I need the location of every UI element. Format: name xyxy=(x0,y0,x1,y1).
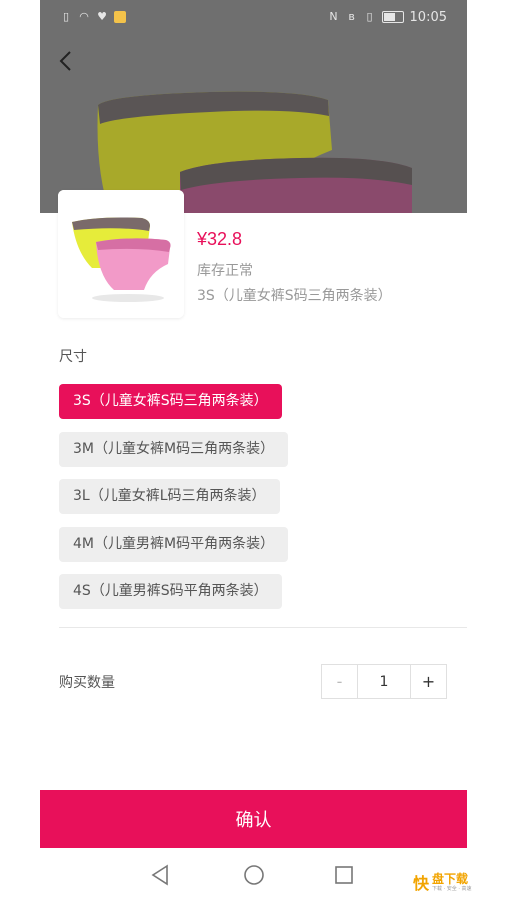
quantity-value[interactable]: 1 xyxy=(358,665,410,698)
app-screen: ▯ ◠ ♥ N ʙ ▯ 10:05 ¥32.8 库存正常 3S（儿童女裤S码三角… xyxy=(40,0,467,850)
size-section-label: 尺寸 xyxy=(59,349,87,365)
status-time: 10:05 xyxy=(409,9,447,25)
product-thumbnail-image xyxy=(58,190,184,318)
increment-button[interactable]: + xyxy=(410,665,446,698)
size-option-4m[interactable]: 4M（儿童男裤M码平角两条装） xyxy=(59,527,289,562)
watermark-text: 盘下载 xyxy=(432,871,469,886)
chevron-left-icon xyxy=(59,51,71,71)
nav-home-icon[interactable] xyxy=(243,864,265,886)
size-option-3l[interactable]: 3L（儿童女裤L码三角两条装） xyxy=(59,479,280,514)
bluetooth-icon: ʙ xyxy=(348,10,355,23)
wifi-icon: ◠ xyxy=(79,10,89,23)
nav-back-icon[interactable] xyxy=(150,864,170,886)
selected-spec-text: 3S（儿童女裤S码三角两条装） xyxy=(197,288,392,304)
watermark-subtext: 下载 · 安全 · 高速 xyxy=(432,885,472,892)
sim-icon: ▯ xyxy=(62,10,70,23)
size-option-3s[interactable]: 3S（儿童女裤S码三角两条装） xyxy=(59,384,282,419)
battery-icon xyxy=(381,11,404,23)
vibrate-icon: ▯ xyxy=(366,10,373,23)
size-option-3m[interactable]: 3M（儿童女裤M码三角两条装） xyxy=(59,432,289,467)
watermark-logo: 快 盘下载 下载 · 安全 · 高速 xyxy=(413,870,472,894)
product-price: ¥32.8 xyxy=(197,229,243,249)
nfc-icon: N xyxy=(329,10,338,23)
status-bar: ▯ ◠ ♥ N ʙ ▯ 10:05 xyxy=(40,0,467,34)
decrement-button[interactable]: - xyxy=(322,665,358,698)
app-notification-icon xyxy=(114,11,126,23)
quantity-label: 购买数量 xyxy=(59,675,115,691)
product-thumbnail xyxy=(58,190,184,318)
nav-recents-icon[interactable] xyxy=(334,865,354,885)
watermark-k-icon: 快 xyxy=(413,874,430,893)
stock-status: 库存正常 xyxy=(197,263,253,279)
quantity-stepper: - 1 + xyxy=(321,664,447,699)
confirm-button[interactable]: 确认 xyxy=(40,790,467,848)
size-option-4s[interactable]: 4S（儿童男裤S码平角两条装） xyxy=(59,574,282,609)
heart-icon: ♥ xyxy=(97,10,107,23)
divider xyxy=(59,627,467,628)
product-hero-image: ▯ ◠ ♥ N ʙ ▯ 10:05 xyxy=(40,0,467,213)
back-button[interactable] xyxy=(52,48,78,74)
